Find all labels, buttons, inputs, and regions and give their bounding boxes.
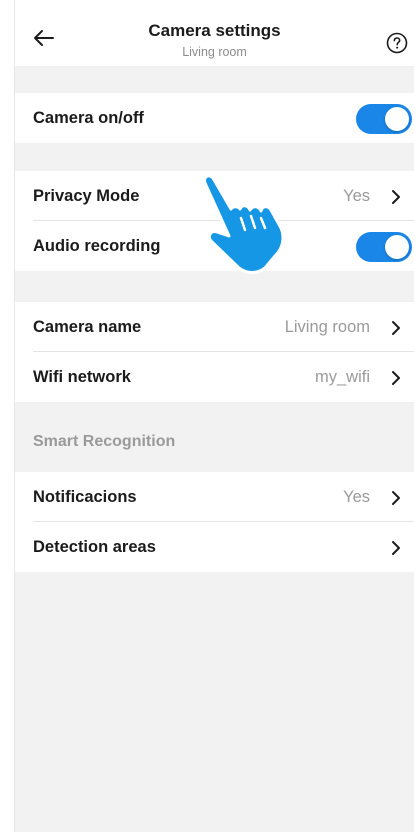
chevron-right-icon <box>392 371 400 385</box>
detection-areas-row[interactable]: Detection areas <box>15 522 414 572</box>
audio-recording-label: Audio recording <box>33 237 161 255</box>
wifi-network-label: Wifi network <box>33 368 131 386</box>
camera-power-section: Camera on/off <box>15 93 414 143</box>
camera-onoff-toggle[interactable] <box>356 104 412 134</box>
camera-name-value: Living room <box>284 318 370 336</box>
notifications-value: Yes <box>343 488 370 506</box>
privacy-section: Privacy Mode Yes Audio recording <box>15 171 414 271</box>
privacy-mode-row[interactable]: Privacy Mode Yes <box>15 171 414 221</box>
privacy-mode-label: Privacy Mode <box>33 187 140 205</box>
notifications-label: Notificacions <box>33 488 137 506</box>
camera-onoff-row: Camera on/off <box>15 93 414 143</box>
camera-onoff-label: Camera on/off <box>33 109 144 127</box>
wifi-network-value: my_wifi <box>314 368 370 386</box>
page-title: Camera settings <box>148 21 281 40</box>
settings-screen: Camera settings Living room Camera on/of… <box>14 0 414 832</box>
wifi-network-row[interactable]: Wifi network my_wifi <box>15 352 414 402</box>
detection-areas-label: Detection areas <box>33 538 156 556</box>
toggle-knob <box>385 235 409 259</box>
device-section: Camera name Living room Wifi network my_… <box>15 302 414 402</box>
privacy-mode-value: Yes <box>343 187 370 205</box>
notifications-row[interactable]: Notificacions Yes <box>15 472 414 522</box>
chevron-right-icon <box>392 491 400 505</box>
page-subtitle: Living room <box>182 45 247 59</box>
audio-recording-row: Audio recording <box>15 221 414 271</box>
chevron-right-icon <box>392 190 400 204</box>
toggle-knob <box>385 107 409 131</box>
smart-recognition-section: Notificacions Yes Detection areas <box>15 472 414 572</box>
audio-recording-toggle[interactable] <box>356 232 412 262</box>
camera-name-row[interactable]: Camera name Living room <box>15 302 414 352</box>
camera-name-label: Camera name <box>33 318 142 336</box>
question-circle-icon[interactable] <box>386 32 408 54</box>
smart-recognition-title: Smart Recognition <box>33 433 176 450</box>
app-header: Camera settings Living room <box>15 0 414 66</box>
chevron-right-icon <box>392 541 400 555</box>
chevron-right-icon <box>392 321 400 335</box>
